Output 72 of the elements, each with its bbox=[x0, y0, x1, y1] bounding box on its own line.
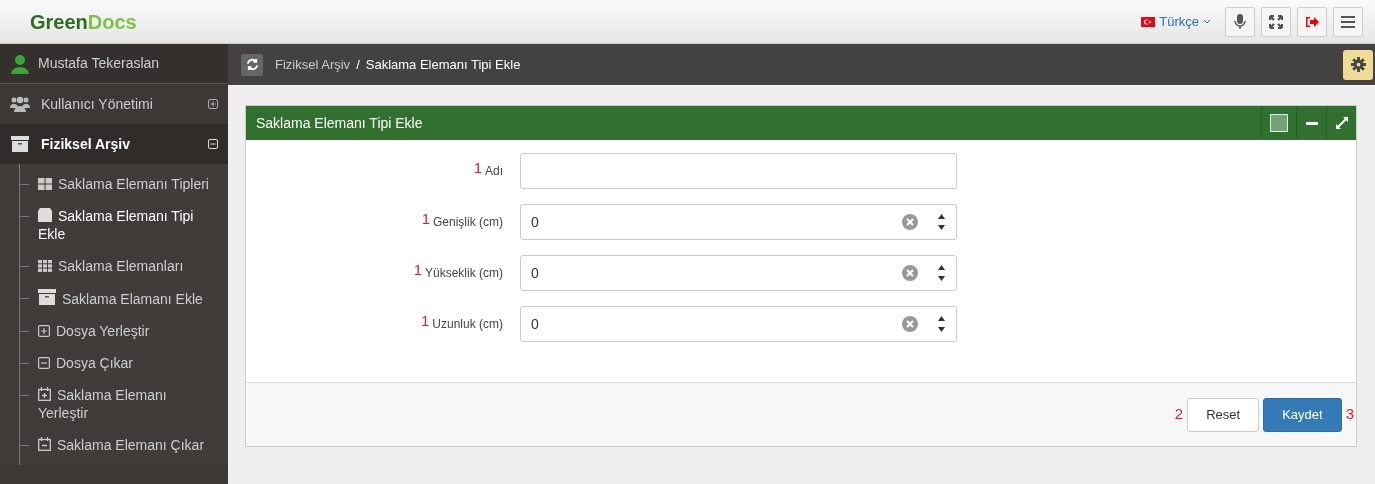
decrement-icon[interactable] bbox=[938, 276, 945, 281]
calendar-plus-icon bbox=[38, 387, 51, 401]
clear-icon[interactable] bbox=[902, 316, 918, 332]
submenu-item[interactable]: Dosya Yerleştir bbox=[38, 315, 220, 347]
minus-icon bbox=[1305, 121, 1318, 125]
calendar-minus-icon bbox=[38, 437, 51, 451]
submenu-item[interactable]: Saklama Elemanı Tipleri bbox=[38, 168, 220, 200]
number-input[interactable]: 0 bbox=[520, 306, 957, 342]
submenu-item[interactable]: Saklama Elemanları bbox=[38, 250, 220, 282]
sidebar-item[interactable]: Fiziksel Arşiv bbox=[0, 124, 228, 164]
submenu-item[interactable]: Saklama Elemanı Tipi Ekle bbox=[38, 200, 220, 250]
annotation-number: 1 bbox=[420, 310, 430, 331]
plus-square-icon bbox=[38, 325, 50, 337]
breadcrumb-separator: / bbox=[356, 55, 360, 74]
fullscreen-icon bbox=[1269, 14, 1283, 29]
panel-title: Saklama Elemanı Tipi Ekle bbox=[256, 113, 423, 133]
archive-icon bbox=[11, 136, 29, 152]
language-dropdown[interactable]: Türkçe bbox=[1141, 11, 1211, 32]
clear-icon[interactable] bbox=[902, 214, 918, 230]
reset-button[interactable]: Reset bbox=[1187, 397, 1260, 432]
annotation-number: 2 bbox=[1174, 404, 1184, 425]
minus-square-icon bbox=[38, 357, 50, 369]
users-icon bbox=[10, 96, 30, 112]
clear-icon[interactable] bbox=[902, 265, 918, 281]
refresh-button[interactable] bbox=[241, 53, 263, 76]
microphone-button[interactable] bbox=[1225, 6, 1255, 37]
archive-icon bbox=[38, 289, 56, 305]
menu-icon bbox=[1341, 15, 1355, 28]
logout-button[interactable] bbox=[1297, 6, 1327, 37]
user-icon bbox=[10, 53, 30, 74]
expand-icon bbox=[208, 99, 218, 109]
submenu-item[interactable]: Saklama Elamanı Ekle bbox=[38, 282, 220, 315]
box-icon bbox=[38, 208, 52, 222]
annotation-number: 1 bbox=[421, 208, 430, 229]
increment-icon[interactable] bbox=[938, 316, 945, 321]
annotation-number: 3 bbox=[1345, 404, 1354, 425]
number-input[interactable]: 0 bbox=[520, 204, 957, 240]
increment-icon[interactable] bbox=[938, 214, 945, 219]
decrement-icon[interactable] bbox=[938, 225, 945, 230]
settings-icon bbox=[1350, 57, 1366, 72]
field-label: Uzunluk (cm) bbox=[432, 316, 503, 333]
user-name: Mustafa Tekeraslan bbox=[38, 54, 160, 73]
field-label: Adı bbox=[485, 163, 503, 180]
refresh-icon bbox=[245, 58, 259, 71]
expand-icon bbox=[1335, 117, 1348, 129]
decrement-icon[interactable] bbox=[938, 327, 945, 332]
microphone-icon bbox=[1234, 13, 1246, 30]
menu-button[interactable] bbox=[1333, 6, 1363, 37]
caret-icon bbox=[1203, 18, 1211, 25]
grid-icon bbox=[38, 178, 52, 190]
logout-icon bbox=[1305, 15, 1319, 28]
increment-icon[interactable] bbox=[938, 265, 945, 270]
flag-icon bbox=[1141, 16, 1156, 27]
fullscreen-button[interactable] bbox=[1261, 6, 1291, 37]
submenu-item[interactable]: Dosya Çıkar bbox=[38, 347, 220, 379]
breadcrumb-current: Saklama Elemanı Tipi Ekle bbox=[365, 55, 521, 74]
color-swatch-icon bbox=[1270, 114, 1288, 132]
sidebar-item[interactable]: Kullanıcı Yönetimi bbox=[0, 84, 228, 124]
submenu-item[interactable]: Saklama Elemanı Çıkar bbox=[38, 429, 220, 461]
table-icon bbox=[38, 260, 52, 272]
settings-button[interactable] bbox=[1343, 49, 1373, 80]
save-button[interactable]: Kaydet bbox=[1263, 397, 1342, 432]
submenu-item[interactable]: Saklama Elemanı Yerleştir bbox=[38, 379, 220, 429]
breadcrumb-link[interactable]: Fiziksel Arşiv bbox=[275, 54, 351, 75]
collapse-icon bbox=[208, 139, 218, 149]
number-input[interactable]: 0 bbox=[520, 255, 957, 291]
field-label: Genişlik (cm) bbox=[433, 214, 503, 231]
annotation-number: 1 bbox=[413, 259, 422, 280]
field-label: Yükseklik (cm) bbox=[425, 265, 503, 282]
text-input[interactable] bbox=[520, 153, 957, 189]
logo: GreenDocs bbox=[30, 9, 137, 35]
annotation-number: 1 bbox=[473, 157, 482, 178]
